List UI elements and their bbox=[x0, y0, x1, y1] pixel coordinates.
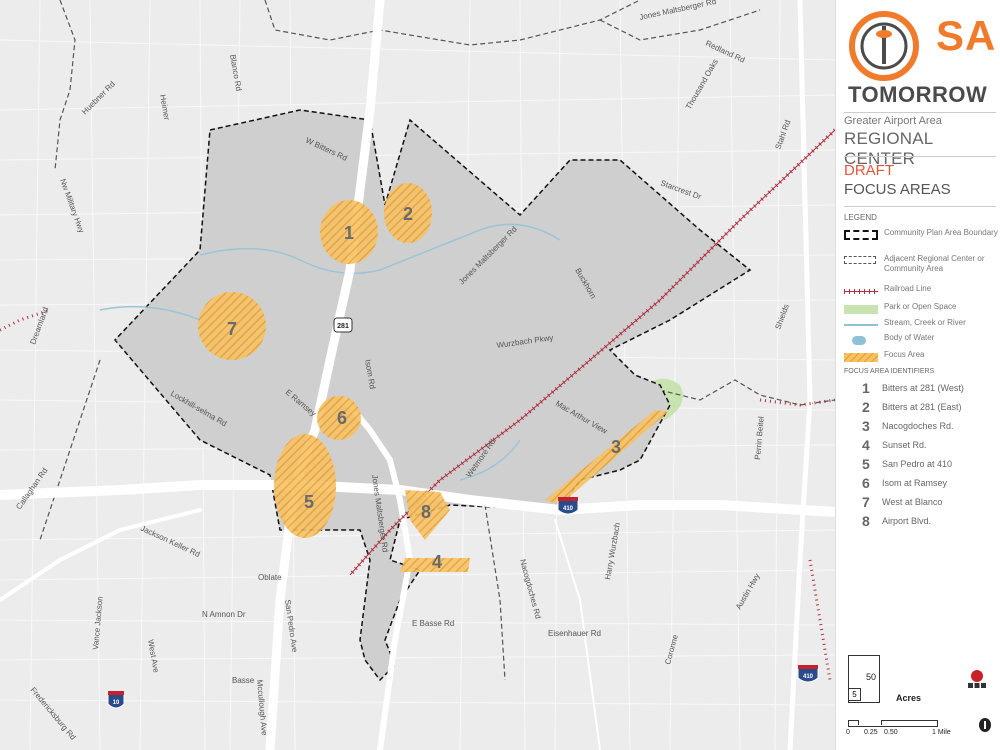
svg-text:410: 410 bbox=[563, 506, 574, 512]
plan-boundary-swatch bbox=[844, 230, 878, 240]
adjacent-boundary-swatch bbox=[844, 256, 876, 264]
focus-label-6: 6 bbox=[337, 408, 347, 428]
railroad-swatch bbox=[844, 289, 878, 294]
i410-east-shield: 410 bbox=[797, 665, 819, 683]
focus-identifier-name: Bitters at 281 (West) bbox=[882, 383, 964, 393]
focus-identifier: 5 San Pedro at 410 bbox=[844, 456, 999, 474]
logo-sa-text: SA bbox=[936, 12, 997, 59]
legend-label: Stream, Creek or River bbox=[884, 318, 966, 327]
map-canvas[interactable]: 1 2 3 4 5 6 7 8 Jones Maltsberger Rd Red… bbox=[0, 0, 835, 750]
legend-panel: SA TOMORROW Greater Airport Area REGIONA… bbox=[835, 0, 1000, 750]
focus-identifier-number: 3 bbox=[862, 418, 870, 434]
us-281-shield: 281 bbox=[333, 317, 353, 333]
legend-label: Focus Area bbox=[884, 350, 925, 359]
scale-label-025: 0.25 bbox=[864, 729, 878, 736]
tower-logo-icon bbox=[849, 11, 919, 81]
divider bbox=[844, 206, 996, 207]
legend-item-railroad: Railroad Line bbox=[844, 284, 999, 298]
acreage-unit-label: Acres bbox=[896, 693, 922, 703]
focus-identifier: 6 Isom at Ramsey bbox=[844, 475, 999, 493]
focus-identifier: 1 Bitters at 281 (West) bbox=[844, 380, 999, 398]
road-label-n-amnon: N Amnon Dr bbox=[202, 610, 246, 619]
focus-identifier-number: 6 bbox=[862, 475, 870, 491]
i410-shield: 410 bbox=[557, 497, 579, 515]
park-swatch bbox=[844, 305, 878, 314]
focus-label-7: 7 bbox=[227, 319, 237, 339]
divider bbox=[844, 156, 996, 157]
focus-identifiers-title: FOCUS AREA IDENTIFIERS bbox=[844, 368, 935, 375]
legend-item-water: Body of Water bbox=[844, 333, 999, 347]
legend-item-plan-boundary: Community Plan Area Boundary bbox=[844, 228, 999, 242]
focus-identifier-name: Airport Blvd. bbox=[882, 516, 932, 526]
focus-identifier-name: San Pedro at 410 bbox=[882, 459, 953, 469]
focus-swatch bbox=[844, 353, 878, 362]
focus-area-5[interactable] bbox=[274, 434, 336, 538]
focus-identifier: 4 Sunset Rd. bbox=[844, 437, 999, 455]
focus-identifier: 2 Bitters at 281 (East) bbox=[844, 399, 999, 417]
focus-identifier-name: Nacogdoches Rd. bbox=[882, 421, 954, 431]
svg-text:10: 10 bbox=[113, 700, 120, 706]
scale-label-0: 0 bbox=[846, 729, 850, 736]
legend-label: Adjacent Regional Center or Community Ar… bbox=[884, 254, 985, 273]
focus-identifier-name: Isom at Ramsey bbox=[882, 478, 948, 488]
svg-text:281: 281 bbox=[337, 323, 349, 330]
sa-tomorrow-logo: SA TOMORROW bbox=[844, 10, 999, 110]
focus-label-2: 2 bbox=[403, 204, 413, 224]
scale-bar-segment bbox=[858, 720, 882, 725]
stream-swatch bbox=[844, 324, 878, 326]
legend-title: LEGEND bbox=[844, 213, 877, 222]
focus-areas-title: FOCUS AREAS bbox=[844, 181, 951, 198]
road-label-e-basse: E Basse Rd bbox=[412, 619, 454, 628]
road-label-oblate: Oblate bbox=[258, 573, 282, 582]
legend-label: Park or Open Space bbox=[884, 302, 957, 311]
focus-identifier-number: 8 bbox=[862, 513, 870, 529]
divider bbox=[844, 112, 996, 113]
legend-label: Community Plan Area Boundary bbox=[884, 228, 998, 237]
logo-tomorrow-text: TOMORROW bbox=[848, 82, 988, 107]
focus-identifier-name: Sunset Rd. bbox=[882, 440, 927, 450]
focus-label-8: 8 bbox=[421, 502, 431, 522]
focus-identifier: 8 Airport Blvd. bbox=[844, 513, 999, 531]
focus-label-4: 4 bbox=[432, 552, 442, 572]
focus-identifier-number: 1 bbox=[862, 380, 870, 396]
focus-label-3: 3 bbox=[611, 437, 621, 457]
focus-label-1: 1 bbox=[344, 223, 354, 243]
legend-item-park: Park or Open Space bbox=[844, 302, 999, 316]
legend-label: Railroad Line bbox=[884, 284, 932, 293]
focus-identifier-number: 4 bbox=[862, 437, 870, 453]
water-swatch bbox=[852, 336, 866, 345]
acreage-box-5: 5 bbox=[848, 688, 861, 701]
draft-label: DRAFT bbox=[844, 162, 894, 179]
road-label-eisenhauer: Eisenhauer Rd bbox=[548, 629, 601, 638]
focus-identifier-number: 7 bbox=[862, 494, 870, 510]
svg-text:410: 410 bbox=[803, 674, 814, 680]
focus-label-5: 5 bbox=[304, 492, 314, 512]
north-arrow-pointer bbox=[984, 721, 986, 729]
road-label-basse: Basse bbox=[232, 676, 255, 685]
focus-identifier-number: 5 bbox=[862, 456, 870, 472]
scale-label-050: 0.50 bbox=[884, 729, 898, 736]
legend-item-adjacent: Adjacent Regional Center or Community Ar… bbox=[844, 254, 999, 273]
mig-logo-icon bbox=[968, 670, 986, 688]
focus-identifier: 7 West at Blanco bbox=[844, 494, 999, 512]
focus-identifier-number: 2 bbox=[862, 399, 870, 415]
focus-identifier-name: Bitters at 281 (East) bbox=[882, 402, 962, 412]
subtitle-small: Greater Airport Area bbox=[844, 115, 942, 127]
legend-item-stream: Stream, Creek or River bbox=[844, 318, 999, 332]
i10-shield: 10 bbox=[107, 691, 125, 709]
focus-identifier: 3 Nacogdoches Rd. bbox=[844, 418, 999, 436]
acreage-50-label: 50 bbox=[866, 672, 877, 682]
legend-label: Body of Water bbox=[884, 333, 935, 342]
legend-item-focus: Focus Area bbox=[844, 350, 999, 364]
focus-identifier-name: West at Blanco bbox=[882, 497, 943, 507]
scale-label-1mile: 1 Mile bbox=[932, 729, 951, 736]
